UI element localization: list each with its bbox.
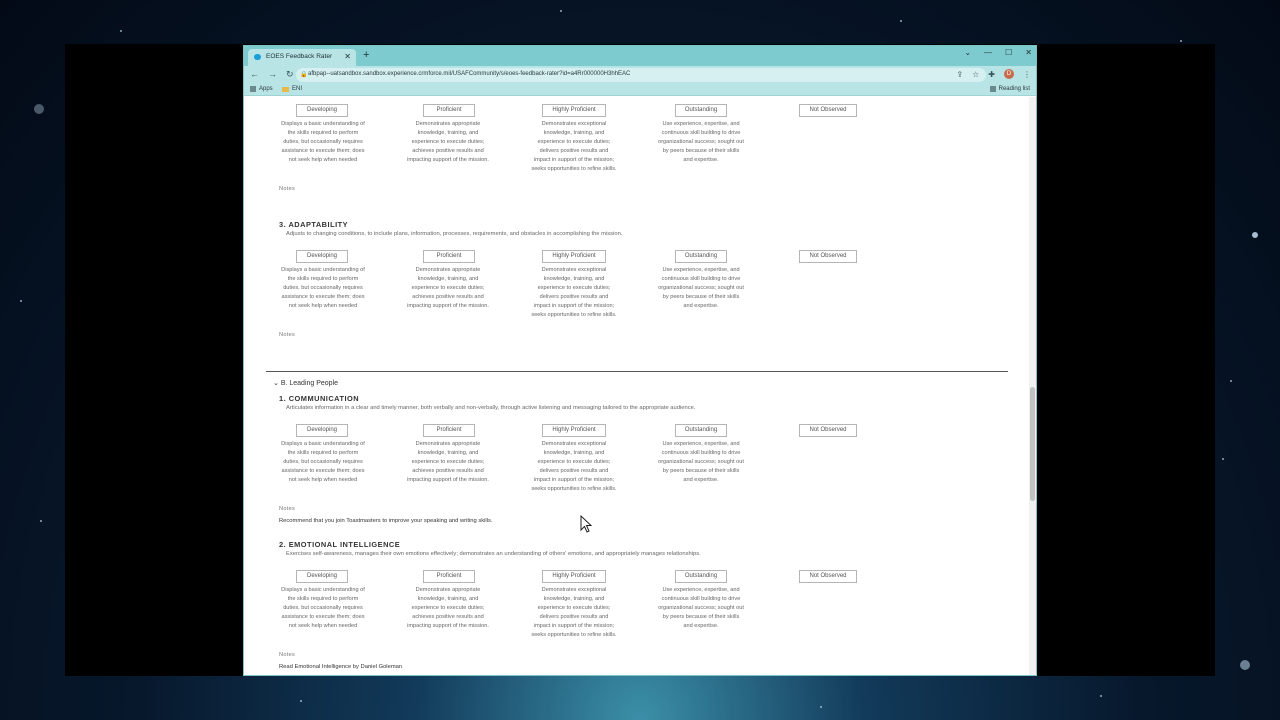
folder-icon xyxy=(282,86,289,92)
chevron-down-icon: ⌄ xyxy=(273,380,281,387)
share-icon[interactable]: ⇪ xyxy=(956,70,963,79)
notes-label: Notes xyxy=(279,186,296,192)
competency-title: 2. EMOTIONAL INTELLIGENCE xyxy=(279,540,401,549)
rating-description: Use experience, expertise, and continuou… xyxy=(658,587,744,629)
rating-outstanding-button[interactable]: Outstanding xyxy=(675,104,727,117)
browser-window: EOES Feedback Rater ✕ + ⌄ — ☐ ✕ ← → ↻ 🔒 … xyxy=(243,45,1037,676)
notes-label: Notes xyxy=(279,506,296,512)
address-bar-row: ← → ↻ 🔒 afbpap--uatsandbox.sandbox.exper… xyxy=(244,66,1036,84)
bookmark-apps[interactable]: Apps xyxy=(250,86,273,92)
competency-description: Exercises self-awareness, manages their … xyxy=(286,551,701,557)
rating-row: Developing Proficient Highly Proficient … xyxy=(281,250,896,340)
forward-arrow-icon[interactable]: → xyxy=(268,69,277,80)
navigation-buttons: ← → ↻ xyxy=(250,69,294,80)
rating-developing-button[interactable]: Developing xyxy=(296,570,348,583)
competency-title: 3. ADAPTABILITY xyxy=(279,220,349,229)
notes-label: Notes xyxy=(279,332,296,338)
competency-description: Adjusts to changing conditions, to inclu… xyxy=(286,231,623,237)
rating-description: Demonstrates appropriate knowledge, trai… xyxy=(407,441,489,483)
rating-developing-button[interactable]: Developing xyxy=(296,250,348,263)
rating-description: Demonstrates exceptional knowledge, trai… xyxy=(531,441,617,492)
url-input[interactable]: 🔒 afbpap--uatsandbox.sandbox.experience.… xyxy=(296,68,986,82)
rating-highly-proficient-button[interactable]: Highly Proficient xyxy=(542,570,606,583)
rating-description: Use experience, expertise, and continuou… xyxy=(658,121,744,163)
rating-description: Displays a basic understanding of the sk… xyxy=(281,587,365,629)
bookmark-eni[interactable]: ENI xyxy=(282,86,302,92)
new-tab-icon[interactable]: + xyxy=(363,49,369,61)
back-arrow-icon[interactable]: ← xyxy=(250,69,259,80)
minimize-icon[interactable]: — xyxy=(984,48,992,57)
page-content: Developing Proficient Highly Proficient … xyxy=(244,97,1036,675)
rating-not-observed-button[interactable]: Not Observed xyxy=(799,104,857,117)
competency-title: 1. COMMUNICATION xyxy=(279,394,360,403)
rating-highly-proficient-button[interactable]: Highly Proficient xyxy=(542,424,606,437)
rating-outstanding-button[interactable]: Outstanding xyxy=(675,570,727,583)
rating-description: Demonstrates exceptional knowledge, trai… xyxy=(531,587,617,638)
reload-icon[interactable]: ↻ xyxy=(286,69,294,80)
scrollbar-thumb[interactable] xyxy=(1030,387,1035,501)
tab-title: EOES Feedback Rater xyxy=(266,53,333,60)
reading-list-icon xyxy=(989,86,996,92)
window-controls: ⌄ — ☐ ✕ xyxy=(964,48,1032,57)
rating-description: Demonstrates appropriate knowledge, trai… xyxy=(407,121,489,163)
note-text: Read Emotional Intelligence by Daniel Go… xyxy=(279,664,403,670)
rating-proficient-button[interactable]: Proficient xyxy=(423,570,475,583)
rating-not-observed-button[interactable]: Not Observed xyxy=(799,424,857,437)
rating-description: Use experience, expertise, and continuou… xyxy=(658,441,744,483)
bookmarks-bar: Apps ENI Reading list xyxy=(244,84,1036,96)
rating-description: Demonstrates appropriate knowledge, trai… xyxy=(407,267,489,309)
rating-proficient-button[interactable]: Proficient xyxy=(423,104,475,117)
rating-description: Displays a basic understanding of the sk… xyxy=(281,441,365,483)
close-icon[interactable]: ✕ xyxy=(344,52,351,61)
section-header-leading-people[interactable]: ⌄ B. Leading People xyxy=(273,379,338,387)
salesforce-cloud-icon xyxy=(254,54,261,60)
chevron-down-icon[interactable]: ⌄ xyxy=(964,48,971,57)
star-icon[interactable]: ☆ xyxy=(972,70,979,79)
note-text: Recommend that you join Toastmasters to … xyxy=(279,518,493,524)
rating-description: Use experience, expertise, and continuou… xyxy=(658,267,744,309)
rating-description: Demonstrates exceptional knowledge, trai… xyxy=(531,267,617,318)
competency-description: Articulates information in a clear and t… xyxy=(286,405,696,411)
rating-row: Developing Proficient Highly Proficient … xyxy=(281,570,896,660)
reading-list[interactable]: Reading list xyxy=(989,86,1030,92)
rating-highly-proficient-button[interactable]: Highly Proficient xyxy=(542,104,606,117)
section-divider xyxy=(266,371,1008,372)
extensions-icon[interactable]: ✚ xyxy=(988,70,995,79)
tab-bar: EOES Feedback Rater ✕ + ⌄ — ☐ ✕ xyxy=(244,46,1036,66)
lock-icon: 🔒 xyxy=(300,72,308,78)
menu-dots-icon[interactable]: ⋮ xyxy=(1023,70,1031,79)
notes-label: Notes xyxy=(279,652,296,658)
rating-description: Demonstrates exceptional knowledge, trai… xyxy=(531,121,617,172)
rating-developing-button[interactable]: Developing xyxy=(296,424,348,437)
close-window-icon[interactable]: ✕ xyxy=(1025,48,1032,57)
rating-proficient-button[interactable]: Proficient xyxy=(423,250,475,263)
rating-description: Displays a basic understanding of the sk… xyxy=(281,267,365,309)
rating-description: Displays a basic understanding of the sk… xyxy=(281,121,365,163)
maximize-icon[interactable]: ☐ xyxy=(1005,48,1012,57)
rating-row: Developing Proficient Highly Proficient … xyxy=(281,104,896,194)
section-title: B. Leading People xyxy=(280,380,339,387)
rating-highly-proficient-button[interactable]: Highly Proficient xyxy=(542,250,606,263)
rating-not-observed-button[interactable]: Not Observed xyxy=(799,250,857,263)
rating-developing-button[interactable]: Developing xyxy=(296,104,348,117)
url-text: afbpap--uatsandbox.sandbox.experience.cr… xyxy=(308,71,631,77)
avatar[interactable]: D xyxy=(1004,69,1014,79)
apps-grid-icon xyxy=(250,86,256,92)
rating-outstanding-button[interactable]: Outstanding xyxy=(675,424,727,437)
browser-tab[interactable]: EOES Feedback Rater ✕ xyxy=(248,49,356,66)
rating-not-observed-button[interactable]: Not Observed xyxy=(799,570,857,583)
rating-row: Developing Proficient Highly Proficient … xyxy=(281,424,896,514)
rating-outstanding-button[interactable]: Outstanding xyxy=(675,250,727,263)
browser-toolbar: ⇪ ☆ ✚ D ⋮ xyxy=(956,69,1031,79)
rating-proficient-button[interactable]: Proficient xyxy=(423,424,475,437)
scrollbar[interactable] xyxy=(1029,97,1036,675)
rating-description: Demonstrates appropriate knowledge, trai… xyxy=(407,587,489,629)
